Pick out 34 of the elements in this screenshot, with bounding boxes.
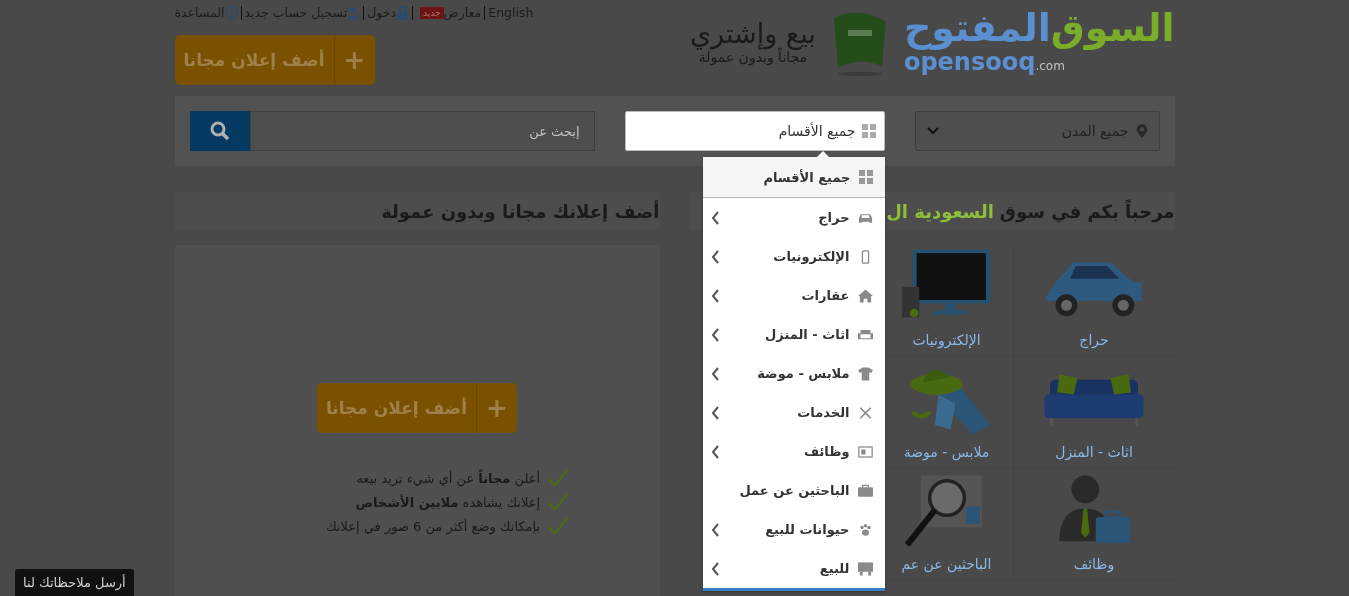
logo-domain: .com (1035, 59, 1065, 73)
location-pin-icon (1134, 124, 1149, 138)
logo-text: المفتوح (903, 6, 1051, 50)
category-tile[interactable]: وظائف (1012, 469, 1175, 581)
check-icon (548, 469, 569, 487)
category-select[interactable]: جميع الأقسام (624, 111, 885, 151)
category-tile[interactable]: الإلكترونيات (850, 245, 1013, 357)
search-button[interactable] (189, 111, 250, 151)
category-tile[interactable]: اثاث - المنزل (1012, 357, 1175, 469)
search-icon (209, 121, 230, 141)
lock-icon (396, 5, 410, 20)
menu-item[interactable]: حراج (702, 198, 885, 237)
sofa-icon (857, 327, 873, 342)
add-user-icon (347, 5, 361, 20)
grid-icon (861, 124, 876, 138)
briefcase-icon (857, 483, 873, 498)
paw-icon (857, 522, 873, 537)
grid-icon (858, 170, 873, 184)
picture-card-icon (857, 444, 873, 459)
check-icon (548, 493, 569, 511)
category-tile[interactable]: حراج (1012, 245, 1175, 357)
check-icon (548, 517, 569, 535)
feedback-tab[interactable]: أرسل ملاحظاتك لنا (15, 569, 134, 596)
all-categories-header[interactable]: جميع الأقسام (702, 157, 885, 198)
shop-icon (857, 561, 873, 576)
info-icon (224, 5, 238, 20)
category-tile[interactable]: الباحثين عن عم (850, 469, 1013, 581)
house-icon (857, 288, 873, 303)
logo-text: السوق (1050, 6, 1175, 50)
search-field[interactable]: إبحث عن (249, 111, 595, 151)
category-tile[interactable]: ملابس - موضة (850, 357, 1013, 469)
welcome-country: السعودية ال (886, 200, 994, 222)
shirt-icon (857, 366, 873, 381)
new-badge: جديد (420, 6, 444, 19)
